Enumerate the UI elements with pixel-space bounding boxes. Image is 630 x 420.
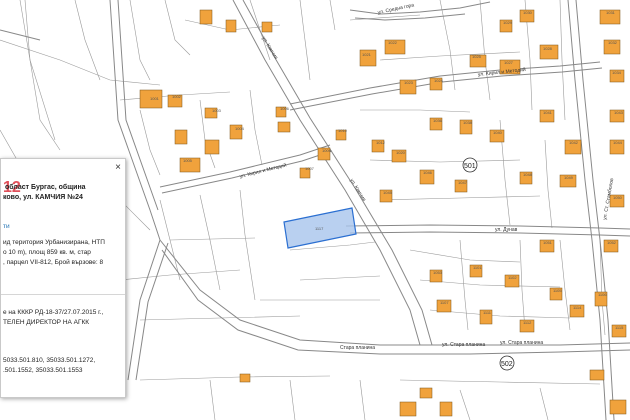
parcel-number: 1041 <box>543 110 553 115</box>
parcel-number: 1007 <box>305 166 315 171</box>
divider <box>1 294 125 295</box>
parcel-number: 1027 <box>504 60 514 65</box>
parcel-number: 1032 <box>608 40 618 45</box>
parcel-number: 1028 <box>543 46 553 51</box>
parcel-number: 1044 <box>613 140 623 145</box>
parcel-number: 1042 <box>569 140 579 145</box>
parcel-number: 1005 <box>183 158 193 163</box>
parcel-number: 1034 <box>612 70 622 75</box>
parcel-number: 1023 <box>404 80 414 85</box>
parcel-number: 1003 <box>212 108 222 113</box>
order-line1: е на КККР РД-18-37/27.07.2015 г., <box>3 309 104 316</box>
parcel-info-panel: × 12 област Бургас, община ково, ул. КАМ… <box>0 158 126 398</box>
details-link[interactable]: ти <box>3 222 125 232</box>
parcel-number: 1036 <box>433 118 443 123</box>
parcel-number: 1052 <box>607 240 617 245</box>
parcel-number: 1107 <box>440 300 449 305</box>
parcel-number: 1009 <box>322 148 332 153</box>
desc-line2: о 10 m), площ 859 кв. м, стар <box>3 249 91 256</box>
parcel-number: 1029 <box>503 20 513 25</box>
street-label-st7: ул. Стара планина <box>500 340 543 346</box>
parcel-number: 1030 <box>523 10 533 15</box>
parcel-number: 1051 <box>543 240 553 245</box>
parcel-number: 1038 <box>463 120 473 125</box>
parcel-number: 1002 <box>172 94 182 99</box>
parcel-number: 1010 <box>338 128 348 133</box>
parcel-number: 1045 <box>383 190 393 195</box>
parcel-number: 1006 <box>280 106 290 111</box>
close-icon[interactable]: × <box>115 163 121 173</box>
heading-line1: област Бургас, община <box>5 184 86 191</box>
parcel-number: 1102 <box>508 275 517 280</box>
parcel-number: 1001 <box>150 96 160 101</box>
parcel-number: 1105 <box>553 288 562 293</box>
parcel-number: 1112 <box>523 320 532 325</box>
heading-line2: ково, ул. КАМЧИЯ №24 <box>3 194 83 201</box>
parcel-number: 1020 <box>396 150 406 155</box>
parcel-number: 1040 <box>493 130 503 135</box>
parcel-number: 1050 <box>613 195 623 200</box>
parcel-number: 1012 <box>376 140 386 145</box>
parcel-number: 1043 <box>614 110 624 115</box>
street-label-st8: Стара планина <box>340 345 375 351</box>
parcel-number: 1021 <box>362 52 372 57</box>
desc-line1: ид територия Урбанизирана, НТП <box>3 239 105 246</box>
parcel-number: 1022 <box>388 40 398 45</box>
svg-text:501: 501 <box>464 163 476 170</box>
parcel-number: 1025 <box>472 54 482 59</box>
parcel-number: 1047 <box>458 180 468 185</box>
parcel-number: 1004 <box>235 126 245 131</box>
parcel-number: 1046 <box>423 170 433 175</box>
parcel-number: 1111 <box>483 310 492 315</box>
parcel-number: 1049 <box>564 175 574 180</box>
order-line2: ТЕЛЕН ДИРЕКТОР НА АГКК <box>3 319 90 326</box>
street-label-st6: ул. Стара планина <box>442 342 485 348</box>
parcel-number: 1024 <box>434 78 444 83</box>
district-badge-501: 501 <box>462 157 478 173</box>
parcel-number: 1117 <box>315 226 324 231</box>
parcel-number: 1101 <box>473 265 482 270</box>
parcel-number: 1048 <box>523 172 533 177</box>
svg-text:502: 502 <box>501 361 513 368</box>
street-label-st9: ул. Дунав <box>495 227 518 233</box>
parcel-number: 1114 <box>573 305 582 310</box>
ids-line1: 5033.501.810, 35033.501.1272, <box>3 357 96 364</box>
parcel-number: 1031 <box>606 10 616 15</box>
parcel-number: 1053 <box>433 270 443 275</box>
parcel-number: 1115 <box>615 325 624 330</box>
district-badge-502: 502 <box>499 355 515 371</box>
parcel-number: 1106 <box>598 292 607 297</box>
ids-line2: .501.1552, 35033.501.1553 <box>3 367 83 374</box>
desc-line3: , парцел VII-812, Брой вързове: 8 <box>3 259 104 266</box>
